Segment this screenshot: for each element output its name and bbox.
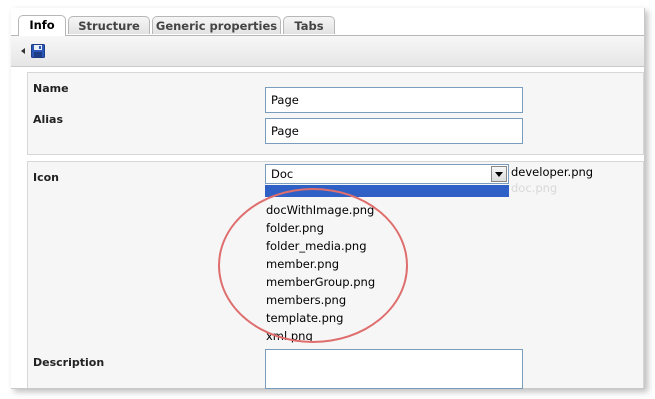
dropdown-option[interactable]: memberGroup.png: [266, 275, 375, 289]
app-frame: Info Structure Generic properties Tabs N…: [11, 8, 645, 389]
name-alias-panel: Name Page Alias Page: [27, 72, 644, 155]
floppy-disk-icon[interactable]: [31, 44, 45, 58]
tab-tabs[interactable]: Tabs: [283, 16, 335, 34]
toolbar: [11, 35, 644, 67]
icon-beside-text: developer.png: [511, 165, 594, 179]
tab-generic-properties[interactable]: Generic properties: [152, 16, 281, 34]
dropdown-option[interactable]: member.png: [266, 257, 339, 271]
dropdown-option[interactable]: template.png: [266, 311, 343, 325]
icon-select-value: Doc: [271, 167, 294, 181]
description-label: Description: [33, 356, 105, 369]
dropdown-highlighted-option[interactable]: [265, 185, 509, 197]
tab-structure[interactable]: Structure: [68, 16, 150, 34]
name-field[interactable]: Page: [265, 87, 523, 113]
dropdown-option[interactable]: members.png: [266, 293, 346, 307]
dropdown-option[interactable]: xml.png: [266, 329, 313, 343]
description-textarea[interactable]: [265, 349, 523, 389]
dropdown-option[interactable]: folder_media.png: [266, 239, 367, 253]
alias-label: Alias: [33, 113, 64, 126]
tab-bar: Info Structure Generic properties Tabs: [11, 8, 644, 36]
icon-select[interactable]: Doc: [265, 164, 509, 184]
icon-label: Icon: [33, 171, 60, 184]
tab-info[interactable]: Info: [18, 15, 66, 36]
dropdown-option[interactable]: folder.png: [266, 221, 324, 235]
alias-field[interactable]: Page: [265, 118, 523, 144]
chevron-down-icon[interactable]: [491, 166, 507, 182]
left-arrow-icon[interactable]: [21, 48, 25, 54]
content-area: Name Page Alias Page Icon Description: [11, 67, 644, 388]
icon-beside-ghost-text: doc.png: [511, 181, 558, 195]
name-label: Name: [33, 82, 69, 95]
dropdown-option[interactable]: docWithImage.png: [266, 203, 374, 217]
